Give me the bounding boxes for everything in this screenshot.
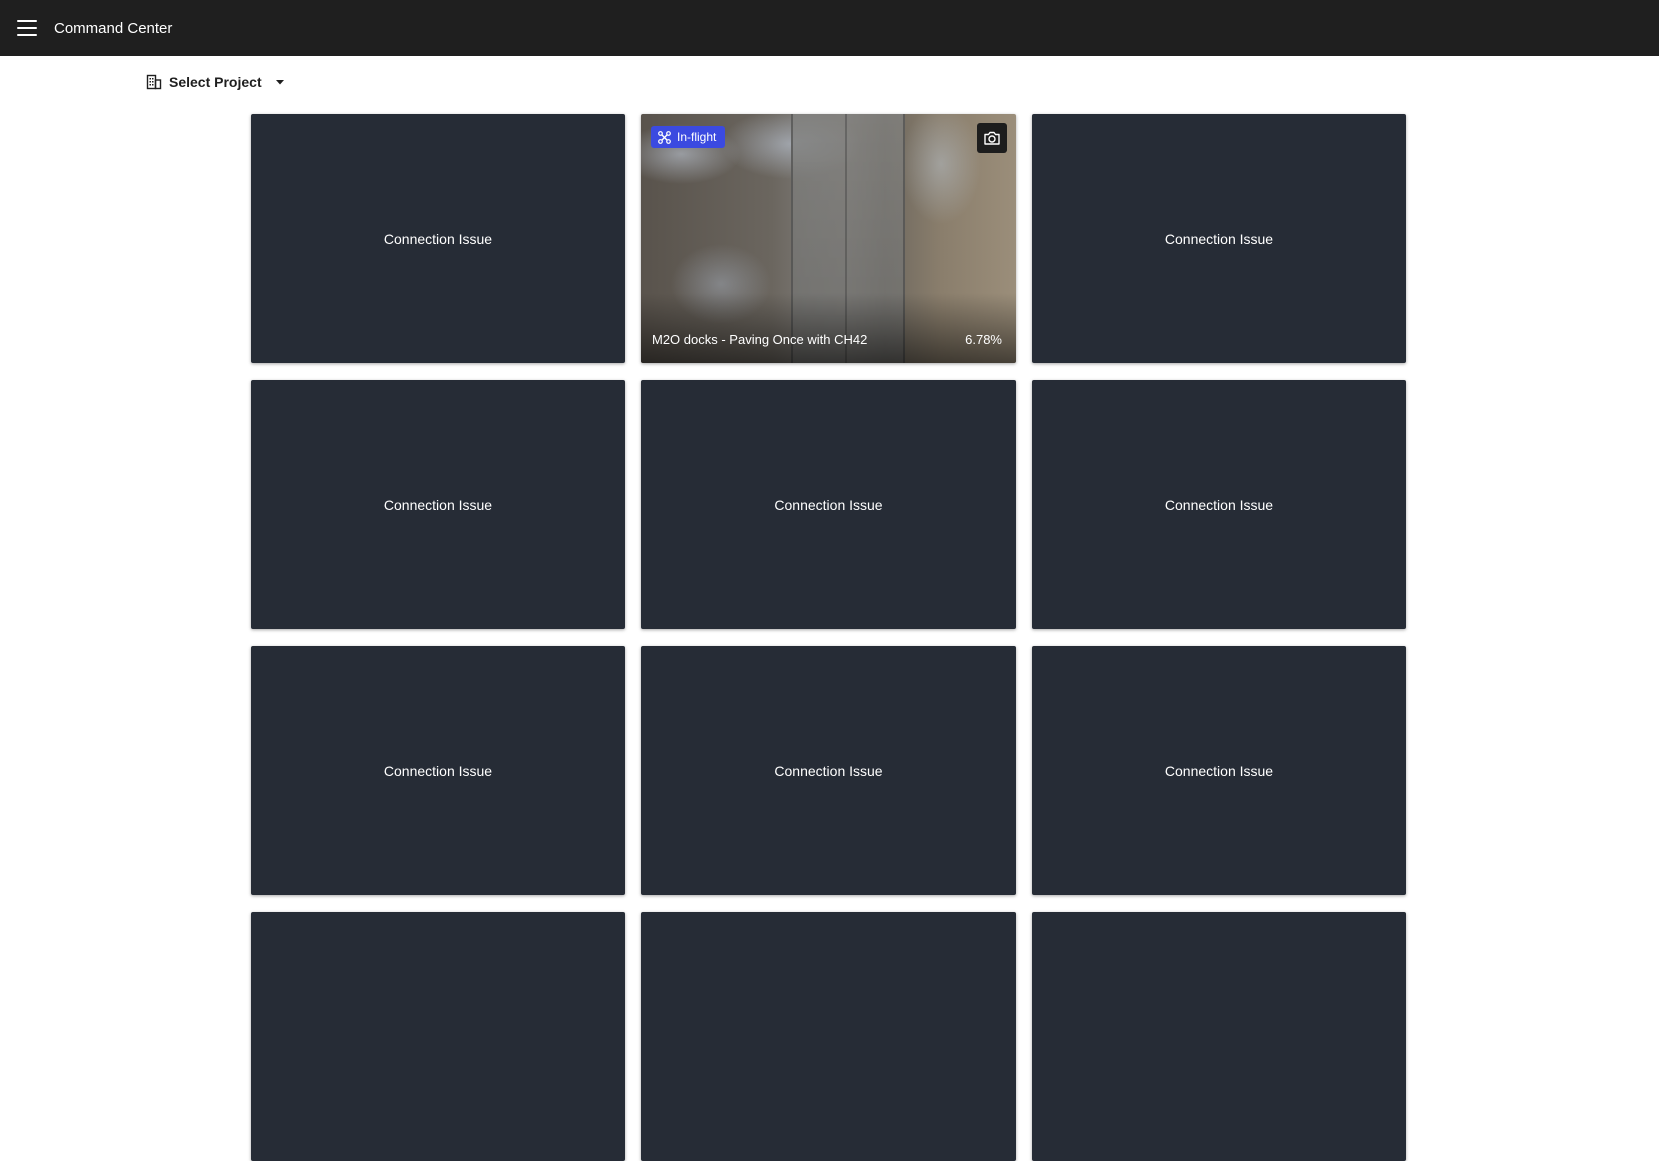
connection-status: Connection Issue <box>1164 496 1274 513</box>
in-flight-badge: In-flight <box>651 126 726 148</box>
camera-icon <box>984 131 1000 145</box>
camera-tile[interactable]: Connection Issue <box>251 114 625 363</box>
in-flight-label: In-flight <box>677 130 717 144</box>
hamburger-menu-icon[interactable] <box>17 19 37 37</box>
mission-progress: 6.78% <box>965 332 1002 347</box>
camera-tile[interactable]: Connection Issue <box>1032 380 1406 629</box>
app-title: Command Center <box>54 19 173 37</box>
project-select-label: Select Project <box>169 74 262 90</box>
camera-grid: Connection Issue In-flight M2O docks - P… <box>251 114 1406 1161</box>
snapshot-button[interactable] <box>977 123 1007 153</box>
connection-status: Connection Issue <box>383 230 493 247</box>
camera-tile[interactable]: Connection Issue <box>1032 646 1406 895</box>
top-app-bar: Command Center <box>0 0 1659 56</box>
caret-down-icon <box>275 80 284 85</box>
connection-status: Connection Issue <box>774 496 883 513</box>
camera-tile[interactable] <box>1032 912 1406 1161</box>
connection-status: Connection Issue <box>1164 230 1274 247</box>
connection-status: Connection Issue <box>383 496 493 513</box>
connection-status: Connection Issue <box>774 762 883 779</box>
building-icon <box>146 74 162 90</box>
camera-tile[interactable] <box>251 912 625 1161</box>
camera-tile[interactable]: Connection Issue <box>251 646 625 895</box>
camera-tile[interactable] <box>641 912 1016 1161</box>
connection-status: Connection Issue <box>1164 762 1274 779</box>
camera-tile[interactable]: Connection Issue <box>641 380 1016 629</box>
camera-tile[interactable]: Connection Issue <box>251 380 625 629</box>
camera-tile-live[interactable]: In-flight M2O docks - Paving Once with C… <box>641 114 1016 363</box>
drone-icon <box>658 130 671 144</box>
connection-status: Connection Issue <box>383 762 493 779</box>
project-select-dropdown[interactable]: Select Project <box>146 74 287 90</box>
camera-tile[interactable]: Connection Issue <box>641 646 1016 895</box>
camera-tile[interactable]: Connection Issue <box>1032 114 1406 363</box>
mission-name: M2O docks - Paving Once with CH42 <box>652 332 868 347</box>
